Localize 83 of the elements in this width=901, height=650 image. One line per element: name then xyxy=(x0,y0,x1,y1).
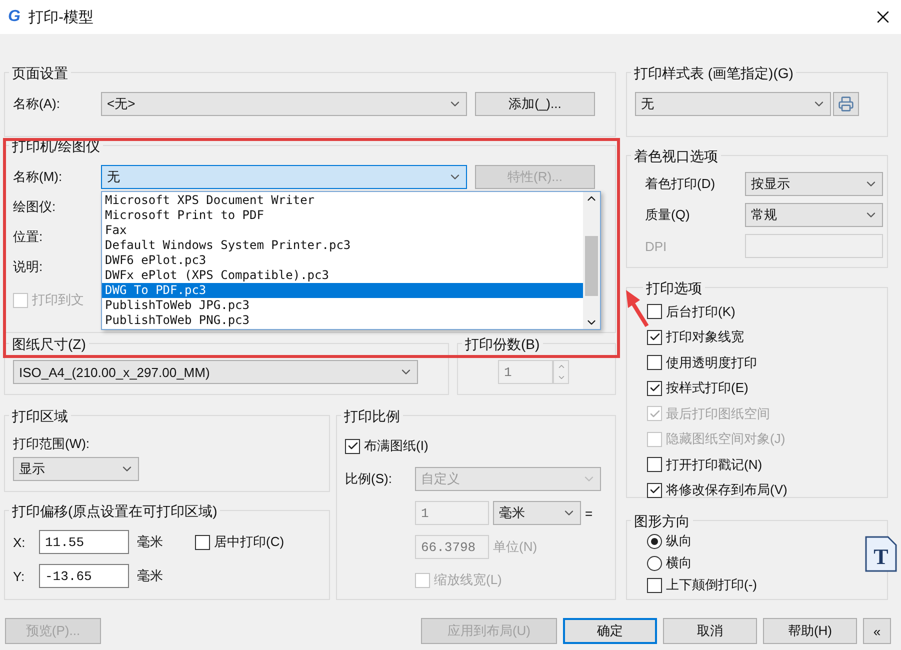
field-label: 名称(A): xyxy=(13,95,61,113)
checkbox-label: 使用透明度打印 xyxy=(666,354,757,372)
field-label: 绘图仪: xyxy=(13,198,56,216)
dropdown[interactable]: 按显示 xyxy=(745,172,883,196)
checkbox-label: 缩放线宽(L) xyxy=(434,571,502,589)
dropdown-list[interactable]: Microsoft XPS Document Writer Microsoft Print to PDF Fax Default Windows System Printer.pc3 DWF6 ePlot.pc3 DWFx ePlot (XPS Compatible).pc3 DWG To PDF.pc3 PublishToWeb JPG.pc3 PublishToWeb PNG.pc3 xyxy=(101,191,601,330)
dropdown[interactable]: ISO_A4_(210.00_x_297.00_MM) xyxy=(13,360,418,384)
list-item[interactable]: Fax xyxy=(102,223,583,238)
checkbox-label: 布满图纸(I) xyxy=(364,437,428,455)
checkbox[interactable] xyxy=(647,304,662,319)
x-offset-field[interactable]: 11.55 xyxy=(39,530,129,554)
radio-label: 横向 xyxy=(666,554,692,572)
list-item[interactable]: DWFx ePlot (XPS Compatible).pc3 xyxy=(102,268,583,283)
section-title: 打印份数(B) xyxy=(462,335,543,353)
list-item[interactable]: DWG To PDF.pc3 xyxy=(102,283,583,298)
checkbox[interactable] xyxy=(647,457,662,472)
dropdown[interactable]: <无> xyxy=(101,92,467,116)
dropdown[interactable]: 毫米 xyxy=(493,501,581,525)
dropdown[interactable]: 无 xyxy=(101,165,467,189)
field-label: 位置: xyxy=(13,228,43,246)
dropdown[interactable]: 无 xyxy=(635,92,831,116)
scrollbar[interactable] xyxy=(583,192,600,329)
section-title: 页面设置 xyxy=(9,64,71,82)
checkbox-label: 隐藏图纸空间对象(J) xyxy=(666,430,786,448)
field-label: 质量(Q) xyxy=(645,206,691,224)
dialog-button[interactable]: 确定 xyxy=(563,618,657,644)
dropdown[interactable]: 显示 xyxy=(13,457,139,481)
checkbox[interactable] xyxy=(647,330,662,344)
field-label: 打印范围(W): xyxy=(13,435,91,453)
checkbox-label: 打印到文 xyxy=(32,291,84,309)
checkbox[interactable] xyxy=(647,355,662,370)
section-title: 着色视口选项 xyxy=(631,147,721,165)
edit-style-button[interactable] xyxy=(833,92,859,116)
checkbox-label: 居中打印(C) xyxy=(214,533,284,551)
radio-label: 纵向 xyxy=(666,532,692,550)
field-label: X: xyxy=(13,534,26,550)
list-item[interactable]: Default Windows System Printer.pc3 xyxy=(102,238,583,253)
list-item[interactable]: PublishToWeb PNG.pc3 xyxy=(102,313,583,328)
checkbox[interactable] xyxy=(647,578,662,592)
portrait-page-icon: T xyxy=(865,536,897,572)
checkbox-label: 将修改保存到布局(V) xyxy=(666,481,788,499)
section-title: 图形方向 xyxy=(631,512,693,530)
printer-icon xyxy=(838,96,854,112)
field-label: 说明: xyxy=(13,258,43,276)
section-title: 打印选项 xyxy=(643,279,705,297)
list-item[interactable]: Microsoft Print to PDF xyxy=(102,208,583,223)
equals-sign: = xyxy=(585,506,593,520)
dialog-button[interactable]: 取消 xyxy=(663,618,757,644)
field-label: DPI xyxy=(645,238,668,254)
section-title: 打印偏移(原点设置在可打印区域) xyxy=(9,502,220,520)
radio-button[interactable] xyxy=(647,556,662,570)
add-button[interactable]: 添加(_)... xyxy=(475,92,595,116)
unit-label: 毫米 xyxy=(137,533,164,551)
checkbox-label: 最后打印图纸空间 xyxy=(666,404,770,422)
checkbox-label: 打印对象线宽 xyxy=(666,328,744,346)
field-label: Y: xyxy=(13,568,26,584)
app-logo: G xyxy=(8,8,20,26)
field-label: 着色打印(D) xyxy=(645,175,716,193)
dropdown[interactable]: 常规 xyxy=(745,203,883,227)
section-title: 图纸尺寸(Z) xyxy=(9,335,89,353)
checkbox[interactable] xyxy=(647,482,662,498)
list-item[interactable]: PublishToWeb JPG.pc3 xyxy=(102,298,583,313)
section-title: 打印样式表 (画笔指定)(G) xyxy=(631,64,796,82)
radio-button[interactable] xyxy=(647,534,662,548)
checkbox[interactable] xyxy=(345,438,360,454)
checkbox[interactable] xyxy=(647,380,662,396)
dialog-button[interactable]: « xyxy=(863,618,891,644)
checkbox-label: 打开打印戳记(N) xyxy=(666,456,762,474)
section-title: 打印比例 xyxy=(341,407,403,425)
window-title: 打印-模型 xyxy=(28,8,94,26)
list-item[interactable]: DWF6 ePlot.pc3 xyxy=(102,253,583,268)
y-offset-field[interactable]: -13.65 xyxy=(39,564,129,588)
dialog-button[interactable]: 帮助(H) xyxy=(763,618,857,644)
checkbox-label: 后台打印(K) xyxy=(666,302,736,320)
checkbox-label: 上下颠倒打印(-) xyxy=(666,576,757,594)
field-label: 名称(M): xyxy=(13,168,64,186)
checkbox[interactable] xyxy=(195,534,210,550)
checkbox-label: 按样式打印(E) xyxy=(666,379,748,397)
unit-label: 单位(N) xyxy=(493,538,538,556)
section-title: 打印区域 xyxy=(9,407,71,425)
field-label: 比例(S): xyxy=(345,470,393,488)
list-item[interactable]: Microsoft XPS Document Writer xyxy=(102,193,583,208)
unit-label: 毫米 xyxy=(137,567,163,585)
